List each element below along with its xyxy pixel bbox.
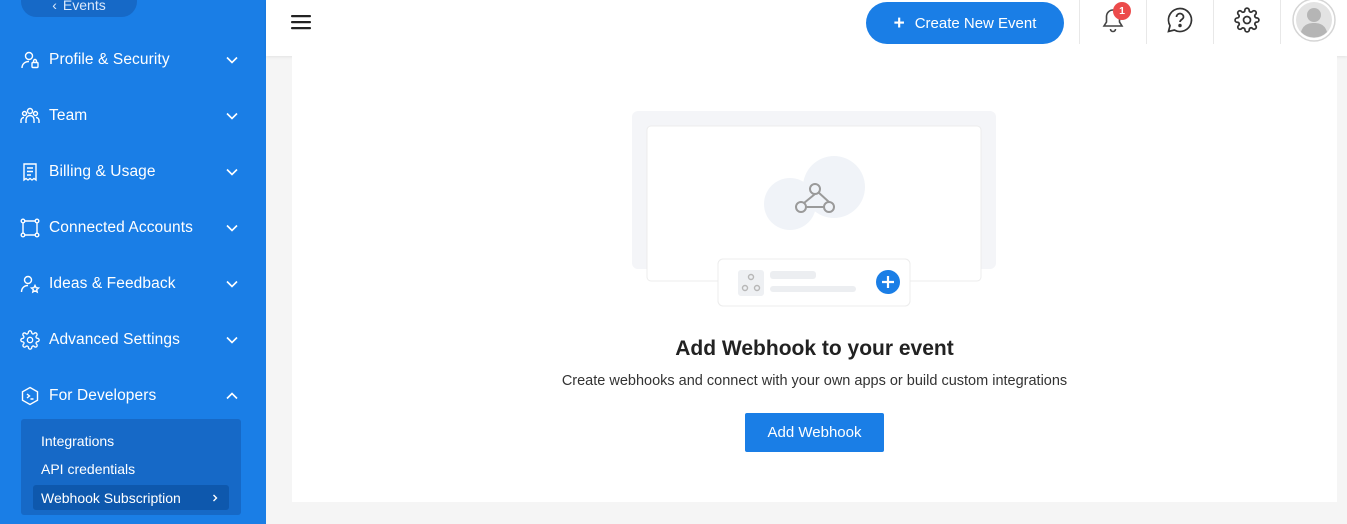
developers-submenu: Integrations API credentials Webhook Sub… (21, 419, 241, 515)
submenu-item-api-credentials[interactable]: API credentials (41, 461, 135, 477)
sidebar-item-label: Billing & Usage (49, 163, 156, 180)
sidebar: ‹ Events Profile & Security Team Billing… (0, 0, 266, 524)
webhook-empty-state-card: Add Webhook to your event Create webhook… (292, 56, 1337, 502)
top-bar: + Create New Event 1 (266, 0, 1347, 56)
sidebar-item-label: Profile & Security (49, 51, 170, 68)
chevron-down-icon (224, 164, 240, 180)
receipt-icon (20, 162, 40, 182)
sidebar-item-connected-accounts[interactable]: Connected Accounts (0, 200, 266, 256)
create-new-event-label: Create New Event (914, 14, 1037, 32)
chevron-down-icon (224, 108, 240, 124)
hamburger-menu-icon[interactable] (291, 12, 311, 32)
add-webhook-button[interactable]: Add Webhook (745, 413, 884, 452)
chevron-down-icon (224, 332, 240, 348)
user-star-icon (20, 274, 40, 294)
help-question-icon (1166, 6, 1194, 39)
notification-count-badge: 1 (1113, 2, 1131, 20)
settings-button[interactable] (1213, 0, 1279, 44)
sidebar-item-billing-usage[interactable]: Billing & Usage (0, 144, 266, 200)
chevron-left-icon: ‹ (52, 0, 57, 13)
empty-state-title: Add Webhook to your event (675, 337, 954, 360)
back-to-events-button[interactable]: ‹ Events (21, 0, 137, 17)
chevron-up-icon (224, 388, 240, 404)
gear-icon (1233, 6, 1260, 38)
gear-icon (20, 330, 40, 350)
submenu-item-webhook-subscription[interactable]: Webhook Subscription (33, 485, 229, 510)
create-new-event-button[interactable]: + Create New Event (866, 2, 1064, 44)
sidebar-item-label: Ideas & Feedback (49, 275, 176, 292)
sidebar-item-label: Advanced Settings (49, 331, 180, 348)
sidebar-item-profile-security[interactable]: Profile & Security (0, 32, 266, 88)
chevron-right-icon (209, 491, 221, 503)
user-avatar-button[interactable] (1280, 0, 1346, 44)
sidebar-item-team[interactable]: Team (0, 88, 266, 144)
submenu-item-label: Webhook Subscription (41, 489, 181, 506)
submenu-item-integrations[interactable]: Integrations (41, 433, 114, 449)
chevron-down-icon (224, 276, 240, 292)
chevron-down-icon (224, 220, 240, 236)
webhook-illustration (632, 111, 996, 311)
team-icon (20, 106, 40, 126)
sidebar-item-label: Team (49, 107, 88, 124)
sidebar-item-ideas-feedback[interactable]: Ideas & Feedback (0, 256, 266, 312)
avatar (1291, 0, 1336, 47)
connected-accounts-icon (20, 218, 40, 238)
terminal-hexagon-icon (20, 386, 40, 406)
back-label: Events (62, 0, 106, 13)
chevron-down-icon (224, 52, 240, 68)
help-button[interactable] (1146, 0, 1212, 44)
sidebar-item-advanced-settings[interactable]: Advanced Settings (0, 312, 266, 368)
notifications-button[interactable]: 1 (1079, 0, 1145, 44)
user-lock-icon (20, 50, 40, 70)
sidebar-item-label: Connected Accounts (49, 219, 193, 236)
sidebar-item-label: For Developers (49, 387, 157, 404)
empty-state-subtitle: Create webhooks and connect with your ow… (561, 373, 1068, 389)
sidebar-item-for-developers[interactable]: For Developers (0, 368, 266, 424)
plus-icon: + (893, 12, 905, 34)
